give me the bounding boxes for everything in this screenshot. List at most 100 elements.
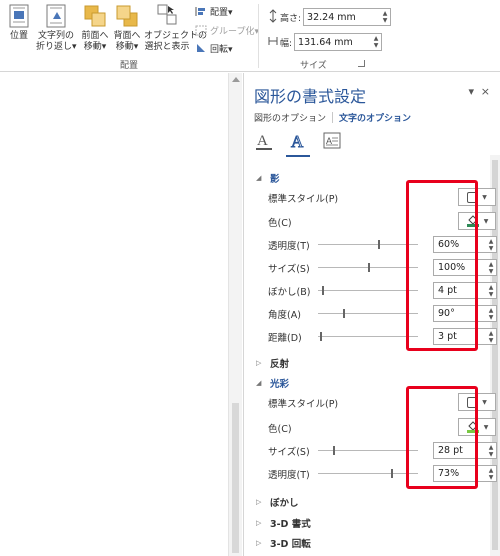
glow-header-label: 光彩 — [270, 379, 290, 390]
group-divider — [258, 4, 259, 68]
soft-edges-section-header[interactable]: ▷ ぼかし — [256, 495, 299, 509]
rotate-button[interactable]: 回転▾ — [195, 42, 233, 55]
chevron-down-icon: ▼ — [482, 398, 487, 406]
glow-preset-label: 標準スタイル(P) — [268, 399, 339, 410]
spinner-icon[interactable]: ▲ ▼ — [486, 283, 496, 299]
reflection-section-header[interactable]: ▷ 反射 — [256, 356, 289, 370]
shadow-transparency-label: 透明度(T) — [268, 241, 310, 252]
width-spinner[interactable]: ▲ ▼ — [371, 34, 381, 50]
svg-text:A: A — [291, 132, 304, 151]
format-3d-section-header[interactable]: ▷ 3-D 書式 — [256, 516, 311, 530]
group-icon — [195, 25, 207, 36]
shadow-color-label: 色(C) — [268, 218, 292, 229]
slider-knob[interactable] — [378, 240, 380, 249]
tab-divider — [332, 112, 334, 123]
glow-transparency-slider[interactable] — [318, 469, 418, 478]
wrap-text-button[interactable]: 文字列の 折り返し▾ — [36, 3, 77, 53]
spinner-icon[interactable]: ▲ ▼ — [486, 237, 496, 253]
pane-tabs: 図形のオプション 文字のオプション — [254, 111, 411, 126]
shadow-section-header[interactable]: ◢ 影 — [256, 171, 280, 185]
text-box-icon[interactable]: A — [322, 131, 342, 151]
tab-text-options[interactable]: 文字のオプション — [339, 111, 411, 126]
bring-forward-icon — [83, 3, 107, 29]
selection-pane-label-1: オブジェクトの — [144, 31, 208, 41]
shadow-distance-label: 距離(D) — [268, 333, 302, 344]
pane-close-icon[interactable]: × — [481, 85, 490, 98]
width-input[interactable]: 131.64 mm ▲ ▼ — [294, 33, 383, 51]
expanded-triangle-icon: ◢ — [256, 174, 262, 182]
tab-shape-options[interactable]: 図形のオプション — [254, 111, 326, 126]
shadow-blur-slider[interactable] — [318, 286, 418, 295]
glow-color-label: 色(C) — [268, 424, 292, 435]
slider-knob[interactable] — [343, 309, 345, 318]
arrange-group-label: 配置 — [120, 61, 139, 71]
glow-section-header[interactable]: ◢ 光彩 — [256, 376, 289, 390]
width-value: 131.64 mm — [298, 36, 353, 48]
position-icon — [7, 3, 31, 29]
spinner-icon[interactable]: ▲ ▼ — [486, 260, 496, 276]
group-label: グループ化▾ — [210, 27, 259, 37]
height-value: 32.24 mm — [307, 11, 356, 23]
height-input[interactable]: 32.24 mm ▲ ▼ — [303, 8, 392, 26]
collapsed-triangle-icon: ▷ — [256, 519, 262, 527]
collapsed-triangle-icon: ▷ — [256, 498, 262, 506]
size-group-label: サイズ — [300, 61, 327, 71]
document-area[interactable] — [0, 73, 228, 556]
collapsed-triangle-icon: ▷ — [256, 539, 262, 547]
send-backward-icon — [115, 3, 139, 29]
glow-size-label: サイズ(S) — [268, 447, 310, 458]
send-backward-label-2: 移動▾ — [115, 42, 139, 52]
selection-pane-label-2: 選択と表示 — [144, 42, 190, 52]
document-scroll-thumb[interactable] — [232, 403, 239, 553]
slider-knob[interactable] — [333, 446, 335, 455]
text-fill-outline-icon[interactable]: A — [254, 131, 274, 151]
width-row: 幅: 131.64 mm ▲ ▼ — [268, 33, 383, 51]
shadow-blur-label: ぼかし(B) — [268, 287, 311, 298]
slider-knob[interactable] — [368, 263, 370, 272]
shadow-distance-slider[interactable] — [318, 332, 418, 341]
bring-forward-button[interactable]: 前面へ 移動▾ — [80, 3, 110, 53]
glow-size-slider[interactable] — [318, 446, 418, 455]
width-icon — [268, 34, 278, 51]
height-spinner[interactable]: ▲ ▼ — [380, 9, 390, 25]
shadow-size-slider[interactable] — [318, 263, 418, 272]
pane-category-icons: A A A — [254, 131, 342, 157]
height-icon — [268, 8, 278, 26]
align-icon — [195, 6, 207, 17]
size-dialog-launcher-icon[interactable] — [358, 60, 365, 67]
send-backward-button[interactable]: 背面へ 移動▾ — [112, 3, 142, 53]
expanded-triangle-icon: ◢ — [256, 379, 262, 387]
rotate-icon — [195, 43, 207, 54]
spinner-icon[interactable]: ▲ ▼ — [486, 329, 496, 345]
shadow-header-label: 影 — [270, 174, 280, 185]
chevron-down-icon: ▼ — [483, 423, 489, 431]
reflection-header-label: 反射 — [270, 359, 290, 370]
svg-text:A: A — [257, 133, 268, 149]
bring-forward-label-2: 移動▾ — [83, 42, 107, 52]
shadow-transparency-slider[interactable] — [318, 240, 418, 249]
spinner-icon[interactable]: ▲ ▼ — [486, 306, 496, 322]
width-label: 幅: — [280, 38, 293, 49]
slider-knob[interactable] — [320, 332, 322, 341]
spinner-icon[interactable]: ▲ ▼ — [486, 466, 496, 482]
shadow-size-label: サイズ(S) — [268, 264, 310, 275]
shadow-preset-label: 標準スタイル(P) — [268, 194, 339, 205]
slider-knob[interactable] — [391, 469, 393, 478]
document-scrollbar[interactable] — [228, 73, 242, 556]
position-button[interactable]: 位置 — [4, 3, 34, 42]
group-button[interactable]: グループ化▾ — [195, 24, 259, 37]
text-effects-icon[interactable]: A — [286, 131, 310, 157]
spinner-icon[interactable]: ▲ ▼ — [486, 443, 496, 459]
shadow-angle-slider[interactable] — [318, 309, 418, 318]
pane-options-icon[interactable]: ▾ — [468, 85, 474, 98]
selection-pane-icon — [155, 3, 179, 29]
pane-title: 図形の書式設定 — [254, 87, 367, 106]
slider-knob[interactable] — [322, 286, 324, 295]
selection-pane-button[interactable]: オブジェクトの 選択と表示 — [144, 3, 208, 53]
rotation-3d-section-header[interactable]: ▷ 3-D 回転 — [256, 536, 311, 550]
chevron-down-icon: ▼ — [482, 193, 487, 201]
bring-forward-label-1: 前面へ — [81, 31, 109, 41]
align-button[interactable]: 配置▾ — [195, 5, 233, 18]
wrap-text-label-1: 文字列の — [37, 31, 74, 41]
scroll-up-icon[interactable] — [232, 77, 240, 82]
